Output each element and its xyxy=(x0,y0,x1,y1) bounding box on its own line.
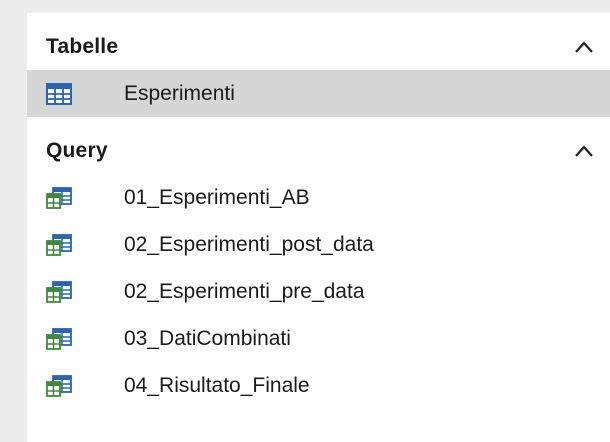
query-icon xyxy=(46,233,72,256)
nav-item-query-1[interactable]: 01_Esperimenti_AB xyxy=(27,174,610,221)
nav-item-esperimenti[interactable]: Esperimenti xyxy=(27,70,610,117)
chevron-up-icon[interactable] xyxy=(574,40,594,54)
nav-item-label: 01_Esperimenti_AB xyxy=(124,185,310,209)
nav-item-query-5[interactable]: 04_Risultato_Finale xyxy=(27,362,610,409)
chevron-up-icon[interactable] xyxy=(574,144,594,158)
nav-item-query-2[interactable]: 02_Esperimenti_post_data xyxy=(27,221,610,268)
nav-item-label: 02_Esperimenti_post_data xyxy=(124,232,374,256)
nav-item-query-4[interactable]: 03_DatiCombinati xyxy=(27,315,610,362)
nav-item-query-3[interactable]: 02_Esperimenti_pre_data xyxy=(27,268,610,315)
query-icon xyxy=(46,186,72,209)
nav-item-label: 02_Esperimenti_pre_data xyxy=(124,279,365,303)
query-icon xyxy=(46,280,72,303)
group-header-tabelle[interactable]: Tabelle xyxy=(27,24,610,70)
nav-item-label: 03_DatiCombinati xyxy=(124,326,291,350)
group-header-query[interactable]: Query xyxy=(27,128,610,174)
query-icon xyxy=(46,374,72,397)
left-pane-border xyxy=(0,0,27,442)
nav-item-label: 04_Risultato_Finale xyxy=(124,373,310,397)
top-pane-border xyxy=(27,0,610,13)
nav-item-label: Esperimenti xyxy=(124,81,235,105)
navigation-pane: Tabelle Esperimenti Query 01_Esperimenti… xyxy=(27,13,610,442)
group-title-query: Query xyxy=(46,139,108,162)
table-icon xyxy=(46,82,72,105)
query-icon xyxy=(46,327,72,350)
group-title-tabelle: Tabelle xyxy=(46,35,119,58)
